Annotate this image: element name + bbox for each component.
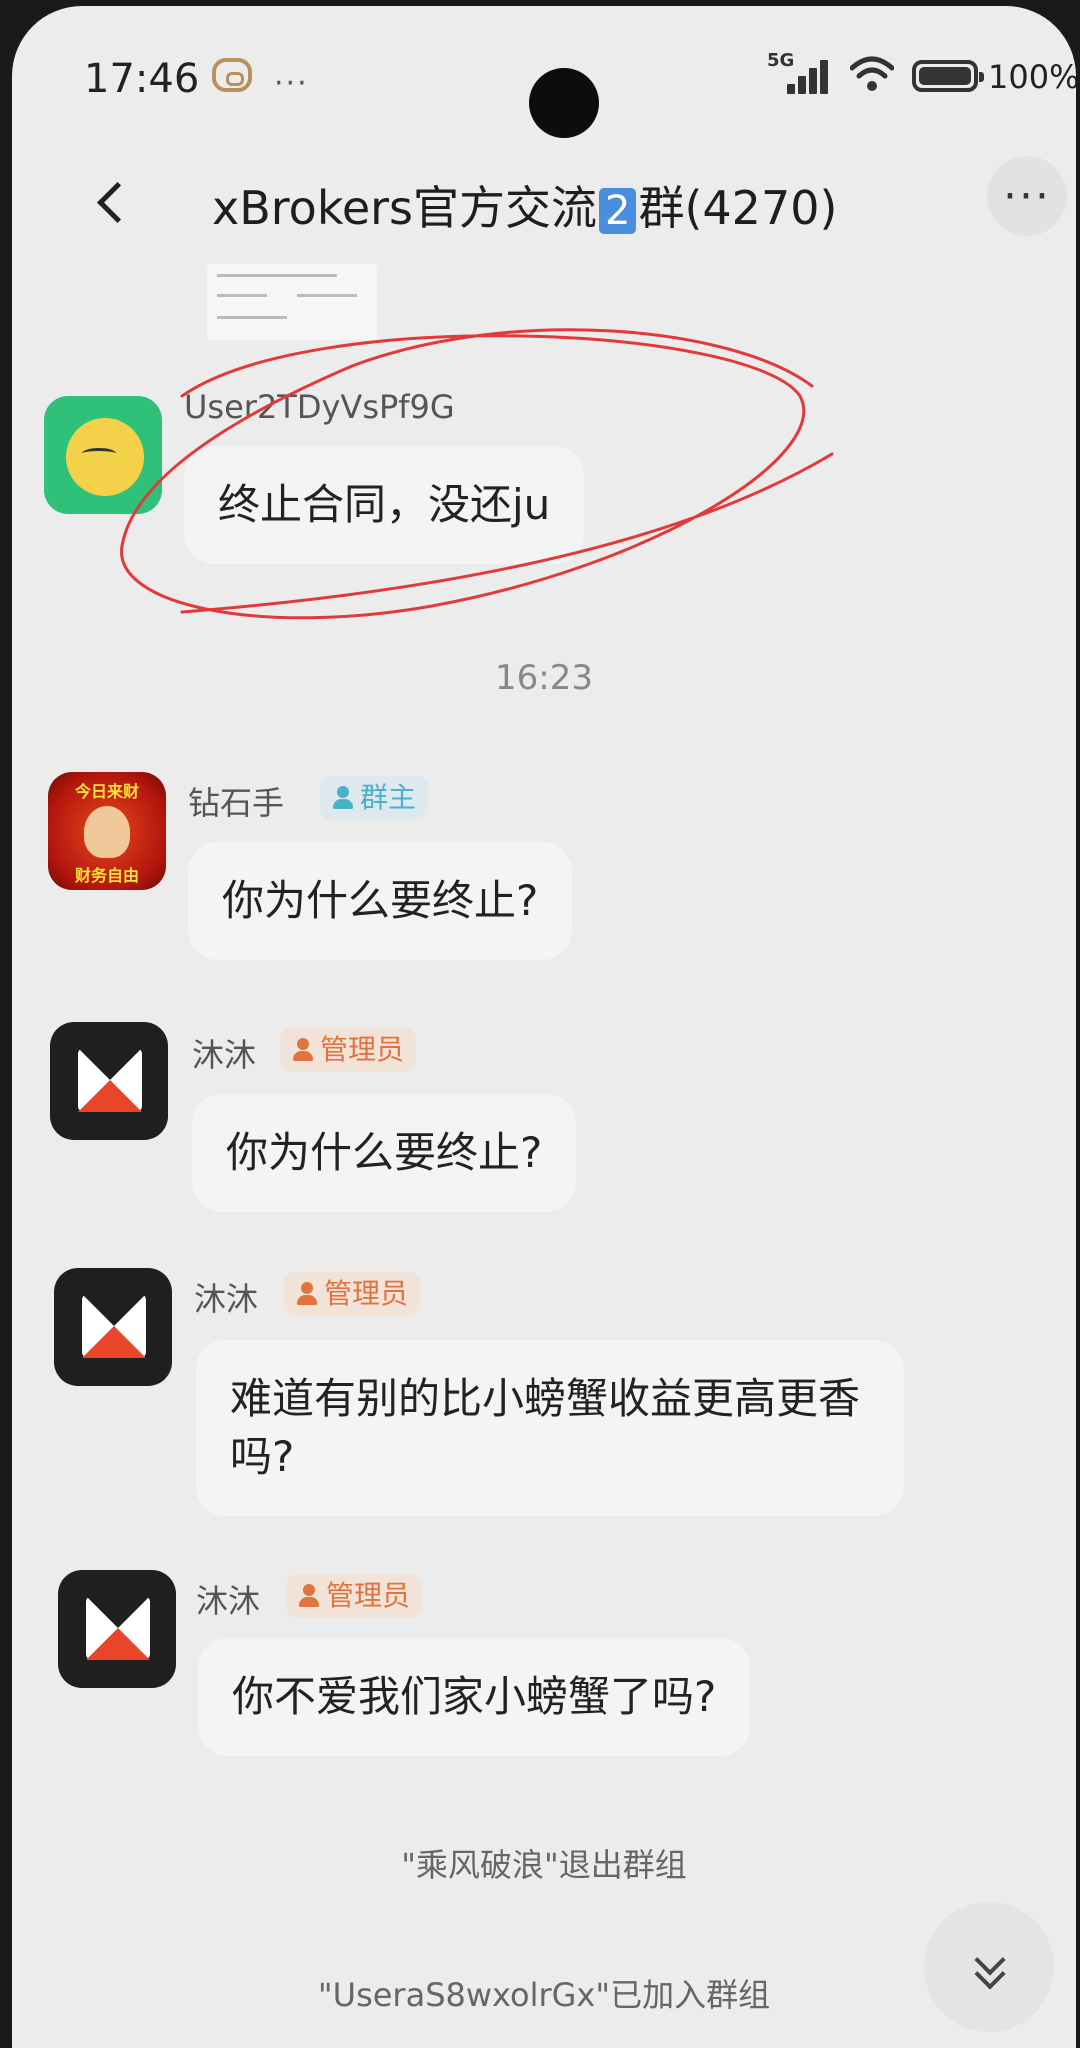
person-icon [332, 786, 354, 810]
message-bubble[interactable]: 你不爱我们家小螃蟹了吗? [198, 1638, 751, 1756]
signal-icon [787, 58, 831, 94]
sender-name: 钻石手 [188, 784, 285, 822]
battery-level: 100% [988, 58, 1076, 96]
front-camera [529, 68, 599, 138]
role-label: 管理员 [320, 1033, 405, 1066]
avatar[interactable] [44, 396, 162, 514]
wifi-icon [850, 56, 894, 91]
number-badge: 2 [599, 188, 637, 234]
sender-name: 沐沐 [194, 1280, 259, 1318]
admin-badge: 管理员 [286, 1574, 423, 1618]
chat-title: xBrokers官方交流 2 群(4270) [212, 172, 837, 238]
message-bubble[interactable]: 难道有别的比小螃蟹收益更高更香吗? [196, 1340, 904, 1516]
battery-icon [912, 60, 984, 92]
more-options-button[interactable]: ··· [987, 156, 1067, 236]
message-bubble[interactable]: 终止合同，没还ju [184, 446, 585, 564]
role-label: 管理员 [324, 1277, 409, 1310]
avatar[interactable]: 今日来财 财务自由 [48, 772, 166, 890]
sender-name: 沐沐 [196, 1582, 261, 1620]
owner-badge: 群主 [320, 776, 429, 820]
role-label: 管理员 [326, 1579, 411, 1612]
pig-notification-icon [212, 58, 252, 92]
message-bubble[interactable]: 你为什么要终止? [192, 1094, 577, 1212]
status-bar: 17:46 ··· 5G 100% [12, 46, 1076, 138]
avatar-top-text: 今日来财 [74, 782, 139, 801]
message-bubble[interactable]: 你为什么要终止? [188, 842, 573, 960]
person-icon [292, 1038, 314, 1062]
chat-title-suffix: 群(4270) [638, 181, 838, 235]
status-time: 17:46 [84, 56, 200, 102]
admin-badge: 管理员 [284, 1272, 421, 1316]
sender-name: 沐沐 [192, 1036, 257, 1074]
avatar[interactable] [58, 1570, 176, 1688]
message-timestamp: 16:23 [495, 658, 593, 698]
admin-badge: 管理员 [280, 1028, 417, 1072]
image-message-thumbnail[interactable] [207, 264, 377, 340]
system-message: "乘风破浪"退出群组 [401, 1846, 687, 1884]
system-message: "UseraS8wxolrGx"已加入群组 [317, 1976, 771, 2014]
person-icon [298, 1584, 320, 1608]
scroll-to-bottom-button[interactable] [924, 1902, 1054, 2032]
avatar[interactable] [50, 1022, 168, 1140]
chat-title-prefix: xBrokers官方交流 [212, 181, 598, 235]
role-label: 群主 [360, 781, 417, 814]
person-icon [296, 1282, 318, 1306]
more-notifications-icon: ··· [274, 66, 309, 101]
avatar-bottom-text: 财务自由 [74, 866, 139, 885]
sender-name: User2TDyVsPf9G [184, 388, 455, 426]
chevrons-down-icon [969, 1947, 1009, 1987]
avatar[interactable] [54, 1268, 172, 1386]
chat-screen: 17:46 ··· 5G 100% xBrokers官方交流 2 群(4270) ·… [12, 6, 1076, 2048]
back-button[interactable] [76, 166, 148, 238]
